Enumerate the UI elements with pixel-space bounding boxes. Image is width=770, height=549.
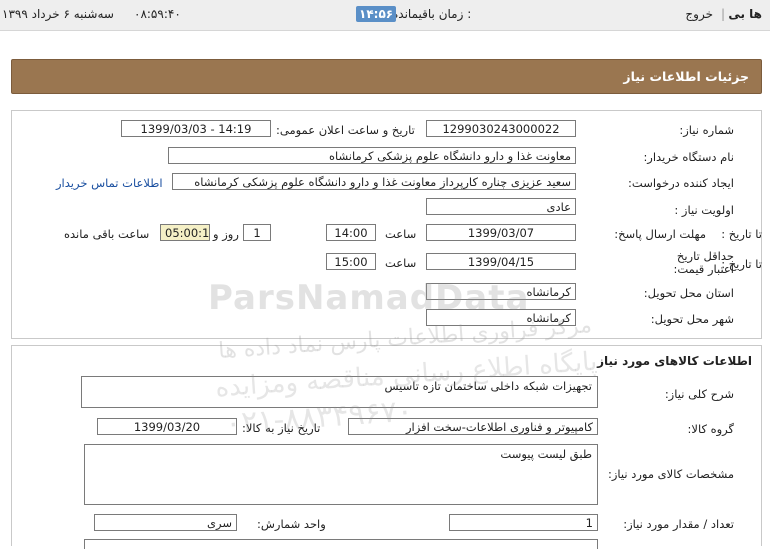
unit-field: سری: [94, 514, 237, 531]
creator-field: سعید عزیزی چناره کارپرداز معاونت غذا و د…: [172, 173, 576, 190]
summary-label: شرح کلی نیاز:: [664, 387, 734, 401]
top-bar: ها بی | خروج زمان باقیمانده : ۱۴:۵۶ ۰۸:۵…: [0, 0, 770, 31]
brand-name: ها بی: [728, 7, 762, 21]
logout-link[interactable]: خروج: [685, 7, 713, 21]
validity-time-field: 15:00: [326, 253, 376, 270]
city-label: شهر محل تحویل:: [650, 312, 734, 326]
next-field-partial: [84, 539, 598, 549]
days-field: 1: [243, 224, 271, 241]
panel-header: جزئیات اطلاعات نیاز: [11, 59, 762, 94]
remaining-time-badge: ۱۴:۵۶: [356, 6, 397, 22]
priority-label: اولویت نیاز :: [674, 203, 734, 217]
days-label: روز و: [213, 227, 239, 241]
remaining-label: ساعت باقی مانده: [64, 227, 150, 241]
remaining-time-label: زمان باقیمانده :: [392, 7, 472, 21]
panel-title: جزئیات اطلاعات نیاز: [623, 69, 749, 84]
need-number-label: شماره نیاز:: [679, 123, 734, 137]
goods-section-title: اطلاعات کالاهای مورد نیاز: [597, 354, 752, 368]
buyer-label: نام دستگاه خریدار:: [643, 150, 734, 164]
spec-label: مشخصات کالای مورد نیاز:: [607, 467, 734, 481]
validity-until-label: تا تاریخ :: [721, 257, 762, 271]
creator-label: ایجاد کننده درخواست:: [628, 176, 734, 190]
brand-separator: |: [720, 7, 725, 21]
goods-group-label: گروه کالا:: [687, 422, 734, 436]
announce-label: تاریخ و ساعت اعلان عمومی:: [276, 123, 415, 137]
need-date-field: 1399/03/20: [97, 418, 237, 435]
quantity-field: 1: [449, 514, 598, 531]
announce-field: 1399/03/03 - 14:19: [121, 120, 271, 137]
validity-hour-label: ساعت: [385, 256, 417, 270]
watermark-latin: ParsNamadData: [208, 278, 530, 318]
reply-time-field: 14:00: [326, 224, 376, 241]
unit-label: واحد شمارش:: [257, 517, 326, 531]
date: سه‌شنبه ۶ خرداد ۱۳۹۹: [2, 7, 114, 21]
contact-buyer-link[interactable]: اطلاعات تماس خریدار: [56, 176, 163, 190]
buyer-field: معاونت غذا و دارو دانشگاه علوم پزشکی کرم…: [168, 147, 576, 164]
spec-field: طبق لیست پیوست: [84, 444, 598, 505]
reply-hour-label: ساعت: [385, 227, 417, 241]
quantity-label: تعداد / مقدار مورد نیاز:: [623, 517, 734, 531]
remaining-time-field: 05:00:19: [160, 224, 210, 241]
reply-date-field: 1399/03/07: [426, 224, 576, 241]
clock: ۰۸:۵۹:۴۰: [134, 7, 181, 21]
validity-date-field: 1399/04/15: [426, 253, 576, 270]
priority-field: عادی: [426, 198, 576, 215]
reply-deadline-label: مهلت ارسال پاسخ:: [614, 227, 706, 241]
need-number-field: 1299030243000022: [426, 120, 576, 137]
reply-until-label: تا تاریخ :: [721, 227, 762, 241]
province-label: استان محل تحویل:: [643, 286, 734, 300]
